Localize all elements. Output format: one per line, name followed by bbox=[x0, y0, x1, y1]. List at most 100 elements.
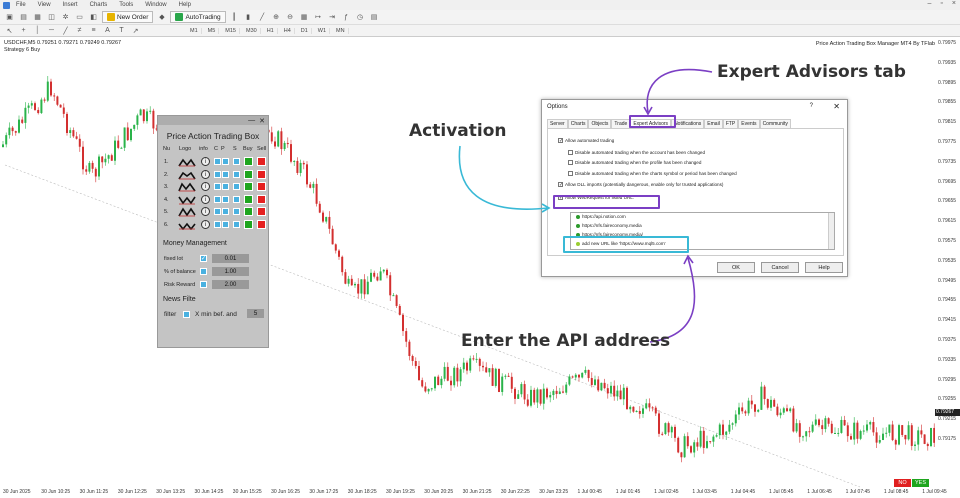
chart-shift-icon[interactable]: ⇥ bbox=[327, 12, 338, 23]
menu-view[interactable]: View bbox=[32, 2, 57, 8]
market-watch-icon[interactable]: ▦ bbox=[32, 12, 43, 23]
option-checkbox-row[interactable]: Disable automated trading when the accou… bbox=[568, 150, 705, 155]
data-window-icon[interactable]: ◫ bbox=[46, 12, 57, 23]
s-checkbox[interactable] bbox=[233, 220, 240, 228]
terminal-icon[interactable]: ▭ bbox=[74, 12, 85, 23]
url-item[interactable]: https://nfs.faireconomy.media bbox=[576, 223, 642, 228]
vertical-line-icon[interactable]: │ bbox=[32, 25, 43, 36]
crosshair-icon[interactable]: + bbox=[18, 25, 29, 36]
tab-objects[interactable]: Objects bbox=[588, 119, 612, 128]
sell-button[interactable] bbox=[257, 207, 266, 216]
zoom-out-icon[interactable]: ⊖ bbox=[285, 12, 296, 23]
tester-icon[interactable]: ◧ bbox=[88, 12, 99, 23]
tf-mn[interactable]: MN bbox=[333, 27, 349, 34]
tf-h1[interactable]: H1 bbox=[264, 27, 278, 34]
fixed-lot-value[interactable]: 0.01 bbox=[212, 254, 249, 263]
c-checkbox[interactable] bbox=[214, 195, 221, 203]
new-chart-icon[interactable]: ▣ bbox=[4, 12, 15, 23]
yes-label[interactable]: YES bbox=[912, 479, 929, 487]
line-chart-icon[interactable]: ╱ bbox=[257, 12, 268, 23]
label-icon[interactable]: T bbox=[116, 25, 127, 36]
url-list-scrollbar[interactable] bbox=[828, 213, 834, 249]
buy-button[interactable] bbox=[244, 207, 253, 216]
indicators-icon[interactable]: ƒ bbox=[341, 12, 352, 23]
autoscroll-icon[interactable]: ↦ bbox=[313, 12, 324, 23]
s-checkbox[interactable] bbox=[233, 170, 240, 178]
panel-close-icon[interactable]: ✕ bbox=[259, 117, 265, 125]
arrows-icon[interactable]: ↗ bbox=[130, 25, 141, 36]
p-checkbox[interactable] bbox=[222, 208, 229, 215]
option-checkbox[interactable]: ✓ bbox=[558, 138, 563, 144]
balance-percent-checkbox[interactable] bbox=[200, 268, 207, 275]
p-checkbox[interactable] bbox=[222, 158, 229, 165]
menu-file[interactable]: File bbox=[10, 2, 32, 8]
buy-button[interactable] bbox=[244, 169, 253, 179]
option-checkbox[interactable]: ✓ bbox=[558, 182, 563, 188]
s-checkbox[interactable] bbox=[233, 195, 240, 203]
tab-trade[interactable]: Trade bbox=[611, 119, 631, 128]
periods-icon[interactable]: ◷ bbox=[355, 12, 366, 23]
bar-chart-icon[interactable]: ┃ bbox=[229, 12, 240, 23]
ok-button[interactable]: OK bbox=[717, 262, 755, 273]
risk-reward-checkbox[interactable] bbox=[200, 281, 207, 288]
tf-w1[interactable]: W1 bbox=[315, 27, 331, 34]
info-icon[interactable]: i bbox=[201, 207, 210, 216]
no-label[interactable]: NO bbox=[894, 479, 911, 487]
menu-window[interactable]: Window bbox=[139, 2, 172, 8]
panel-minimize-icon[interactable]: — bbox=[248, 117, 255, 124]
option-checkbox-row[interactable]: ✓ Allow DLL imports (potentially dangerou… bbox=[558, 182, 723, 188]
c-checkbox[interactable] bbox=[214, 170, 221, 178]
sell-button[interactable] bbox=[257, 157, 266, 166]
text-icon[interactable]: A bbox=[102, 25, 113, 36]
tf-m1[interactable]: M1 bbox=[187, 27, 202, 34]
sell-button[interactable] bbox=[257, 219, 266, 229]
risk-reward-value[interactable]: 2.00 bbox=[212, 280, 249, 289]
buy-button[interactable] bbox=[244, 194, 253, 204]
p-checkbox[interactable] bbox=[222, 183, 229, 190]
filter-minutes-value[interactable]: 5 bbox=[247, 309, 264, 318]
s-checkbox[interactable] bbox=[233, 158, 240, 165]
sell-button[interactable] bbox=[257, 169, 266, 179]
menu-tools[interactable]: Tools bbox=[113, 2, 139, 8]
tab-server[interactable]: Server bbox=[547, 119, 568, 128]
option-checkbox[interactable] bbox=[568, 150, 573, 155]
url-item[interactable]: https://api.notion.com bbox=[576, 214, 626, 219]
zoom-in-icon[interactable]: ⊕ bbox=[271, 12, 282, 23]
restore-icon[interactable]: ▫ bbox=[940, 0, 942, 7]
minimize-icon[interactable]: – bbox=[928, 0, 932, 7]
option-checkbox-row[interactable]: Disable automated trading when the profi… bbox=[568, 160, 701, 165]
tf-h4[interactable]: H4 bbox=[281, 27, 295, 34]
option-checkbox[interactable] bbox=[568, 160, 573, 165]
sell-button[interactable] bbox=[257, 182, 266, 191]
help-icon[interactable]: ? bbox=[810, 103, 813, 109]
menu-help[interactable]: Help bbox=[173, 2, 197, 8]
news-filter-checkbox[interactable] bbox=[183, 311, 190, 318]
fixed-lot-checkbox[interactable]: ✓ bbox=[200, 255, 207, 262]
s-checkbox[interactable] bbox=[233, 208, 240, 215]
option-checkbox-row[interactable]: ✓ Allow automated trading bbox=[558, 138, 614, 144]
tf-m30[interactable]: M30 bbox=[243, 27, 261, 34]
info-icon[interactable]: i bbox=[201, 157, 210, 166]
option-checkbox-row[interactable]: Disable automated trading when the chart… bbox=[568, 171, 737, 176]
info-icon[interactable]: i bbox=[201, 219, 210, 229]
p-checkbox[interactable] bbox=[222, 170, 229, 178]
cancel-button[interactable]: Cancel bbox=[761, 262, 799, 273]
tf-m15[interactable]: M15 bbox=[222, 27, 240, 34]
buy-button[interactable] bbox=[244, 182, 253, 191]
p-checkbox[interactable] bbox=[222, 220, 229, 228]
sell-button[interactable] bbox=[257, 194, 266, 204]
option-checkbox[interactable] bbox=[568, 171, 573, 176]
trendline-icon[interactable]: ╱ bbox=[60, 25, 71, 36]
c-checkbox[interactable] bbox=[214, 220, 221, 228]
info-icon[interactable]: i bbox=[201, 182, 210, 191]
menu-insert[interactable]: Insert bbox=[57, 2, 84, 8]
s-checkbox[interactable] bbox=[233, 183, 240, 190]
navigator-icon[interactable]: ✲ bbox=[60, 12, 71, 23]
dialog-close-icon[interactable]: ✕ bbox=[833, 102, 840, 111]
tab-notifications[interactable]: Notifications bbox=[671, 119, 705, 128]
tile-icon[interactable]: ▦ bbox=[299, 12, 310, 23]
new-order-button[interactable]: New Order bbox=[102, 11, 154, 23]
c-checkbox[interactable] bbox=[214, 208, 221, 215]
tf-d1[interactable]: D1 bbox=[298, 27, 312, 34]
templates-icon[interactable]: ▤ bbox=[369, 12, 380, 23]
